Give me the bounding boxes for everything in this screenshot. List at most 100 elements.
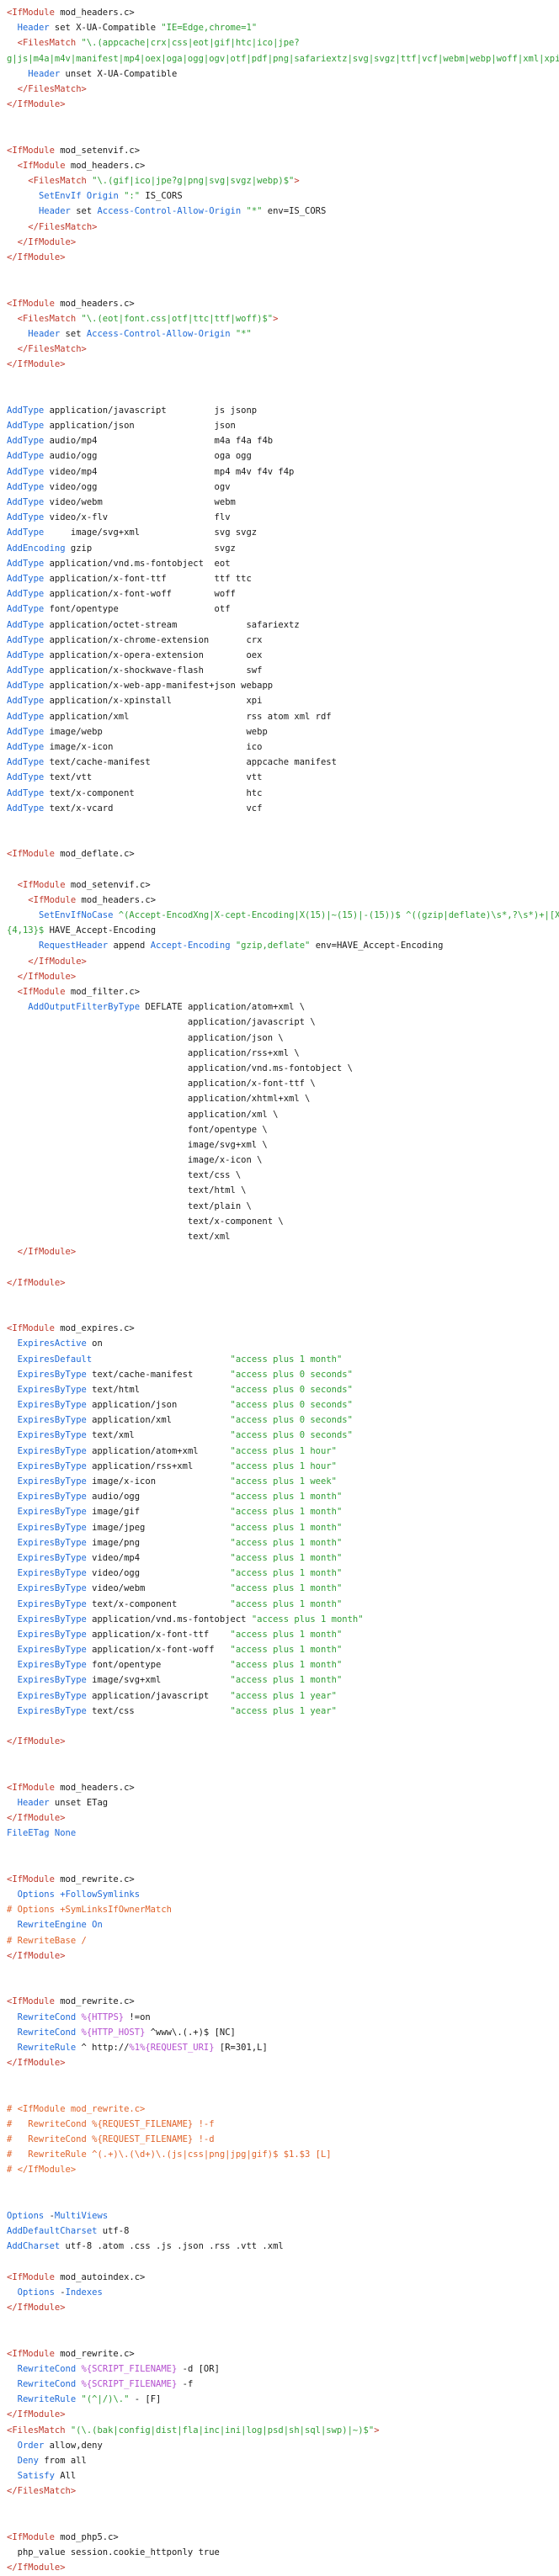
code-line: <IfModule mod_php5.c> xyxy=(7,2530,559,2545)
code-token-cmt: # <IfModule mod_rewrite.c> xyxy=(7,2103,146,2114)
code-token-plain: application/vnd.ms-fontobject eot xyxy=(44,558,231,569)
code-token-kw: AddType xyxy=(7,436,45,447)
code-line: # <IfModule mod_rewrite.c> xyxy=(7,2102,559,2117)
code-token-plain: mod_expires.c> xyxy=(60,1323,135,1334)
code-line: </IfModule> xyxy=(7,235,559,250)
code-token-str: "access plus 1 hour" xyxy=(230,1445,337,1456)
code-line: RewriteCond %{SCRIPT_FILENAME} -d [OR] xyxy=(7,2361,559,2377)
code-line: Satisfy All xyxy=(7,2468,559,2483)
code-line: ExpiresByType text/x-component "access p… xyxy=(7,1597,559,1612)
code-line: SetEnvIfNoCase ^(Accept-EncodXng|X-cept-… xyxy=(7,908,559,923)
code-line: AddType text/vtt vtt xyxy=(7,770,559,785)
code-token-plain: image/x-icon \ xyxy=(7,1155,263,1166)
code-line: application/vnd.ms-fontobject \ xyxy=(7,1061,559,1076)
code-line: Header set Access-Control-Allow-Origin "… xyxy=(7,204,559,219)
code-line: </FilesMatch> xyxy=(7,2483,559,2499)
code-token-tag: </FilesMatch> xyxy=(17,83,87,94)
code-token-plain: DEFLATE application/atom+xml \ xyxy=(140,1002,306,1013)
code-token-kw: AddType xyxy=(7,512,45,523)
code-line: Order allow,deny xyxy=(7,2438,559,2453)
code-token-plain: application/xml rss atom xml rdf xyxy=(44,711,332,722)
code-line: RewriteRule ^ http://%1%{REQUEST_URI} [R… xyxy=(7,2040,559,2055)
code-token-str: "access plus 1 month" xyxy=(230,1675,343,1686)
code-line: AddType video/x-flv flv xyxy=(7,510,559,525)
code-token-kw: RewriteCond xyxy=(17,2363,77,2374)
code-token-kw: AddType xyxy=(7,772,45,783)
code-token-str: g|js|m4a|m4v|manifest|mp4|oex|oga|ogg|og… xyxy=(7,53,559,64)
code-line: ExpiresByType text/html "access plus 0 s… xyxy=(7,1382,559,1397)
code-token-kw: AddType xyxy=(7,726,45,737)
code-token-kw: ExpiresByType xyxy=(17,1476,87,1487)
code-token-tag: <IfModule xyxy=(7,849,61,860)
code-token-kw: AddType xyxy=(7,451,45,462)
code-line: AddType audio/ogg oga ogg xyxy=(7,448,559,464)
code-token-plain: video/webm webm xyxy=(44,497,236,507)
code-token-kw: RewriteCond xyxy=(17,2012,77,2022)
code-token-kw: Access-Control-Allow-Origin xyxy=(97,206,242,217)
code-line: <IfModule mod_filter.c> xyxy=(7,984,559,999)
code-token-plain: application/xml \ xyxy=(7,1109,279,1120)
code-token-tag: </FilesMatch> xyxy=(7,2486,77,2497)
code-token-tag: </IfModule> xyxy=(7,1277,66,1288)
code-token-kw: AddType xyxy=(7,681,45,692)
code-token-kw: ExpiresByType xyxy=(17,1369,87,1380)
code-line: ExpiresByType application/javascript "ac… xyxy=(7,1688,559,1704)
code-token-str: "access plus 1 month" xyxy=(230,1568,343,1579)
code-token-plain: - xyxy=(44,2211,55,2221)
code-line: # </IfModule> xyxy=(7,2162,559,2177)
code-token-plain: video/ogg ogv xyxy=(44,481,231,492)
code-token-plain: image/svg+xml \ xyxy=(7,1139,268,1150)
code-token-kw: Access-Control-Allow-Origin xyxy=(86,328,231,339)
code-token-plain: text/html \ xyxy=(7,1185,247,1196)
code-token-tag: </IfModule> xyxy=(28,956,87,967)
code-token-kw: Origin xyxy=(86,191,119,202)
code-line: ExpiresByType application/x-font-ttf "ac… xyxy=(7,1627,559,1642)
code-token-plain: audio/mp4 m4a f4a f4b xyxy=(44,436,274,447)
code-line: AddType application/x-chrome-extension c… xyxy=(7,633,559,648)
code-token-tag: </IfModule> xyxy=(17,971,77,982)
code-token-tag: </IfModule> xyxy=(7,252,66,262)
code-token-tag: </IfModule> xyxy=(7,2303,66,2314)
code-token-plain: application/octet-stream safariextz xyxy=(44,619,300,630)
code-token-str: "access plus 1 month" xyxy=(230,1537,343,1548)
code-token-tag: </IfModule> xyxy=(17,1247,77,1258)
code-line: ExpiresByType text/css "access plus 1 ye… xyxy=(7,1704,559,1719)
code-token-plain: text/x-vcard vcf xyxy=(44,803,263,814)
code-token-plain: application/rss+xml xyxy=(86,1460,231,1471)
code-token-kw: AddOutputFilterByType xyxy=(28,1002,141,1013)
code-line: <IfModule mod_headers.c> xyxy=(7,296,559,311)
code-token-kw: Order xyxy=(17,2440,45,2451)
code-line: {4,13}$ HAVE_Accept-Encoding xyxy=(7,923,559,938)
code-token-str: "access plus 1 month" xyxy=(230,1583,343,1594)
code-line: </IfModule> xyxy=(7,1948,559,1964)
code-token-plain: application/x-font-ttf ttf ttc xyxy=(44,573,252,584)
code-token-plain: text/html xyxy=(86,1384,231,1395)
code-token-kw: SetEnvIf xyxy=(38,191,82,202)
code-line: <IfModule mod_setenvif.c> xyxy=(7,143,559,158)
code-token-kw: Header xyxy=(28,68,61,79)
code-token-str: "access plus 1 month" xyxy=(230,1522,343,1533)
code-token-kw: AddType xyxy=(7,558,45,569)
code-line: application/json \ xyxy=(7,1031,559,1046)
code-token-plain: on xyxy=(86,1338,103,1349)
code-token-str: "access plus 1 month" xyxy=(230,1492,343,1503)
code-token-tag: <FilesMatch xyxy=(17,38,82,49)
code-line: application/xml \ xyxy=(7,1107,559,1122)
